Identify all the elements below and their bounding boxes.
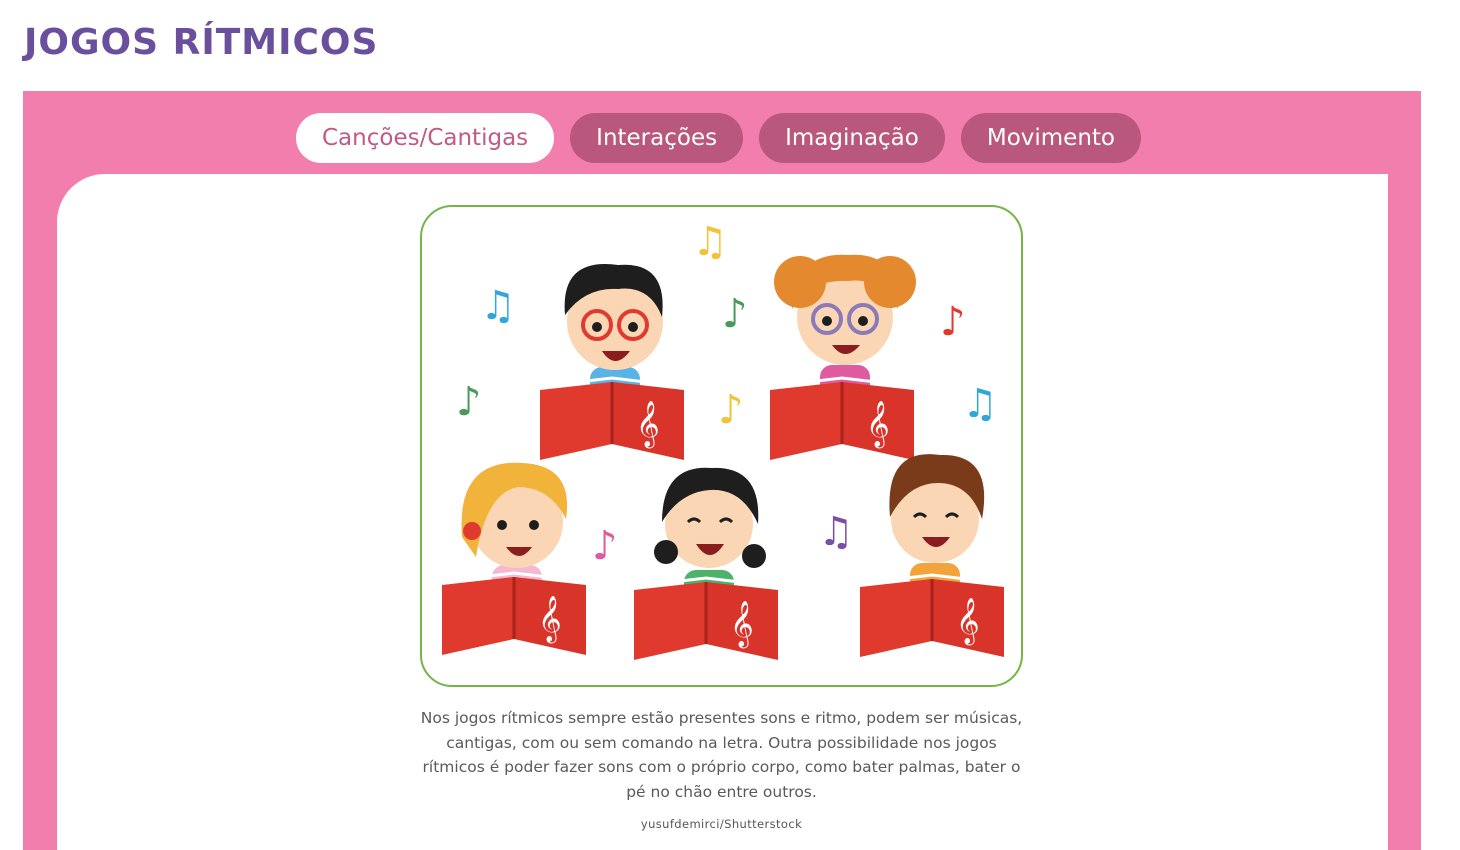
kid-icon (768, 254, 916, 462)
kid-icon (440, 462, 588, 657)
tab-cancoes-cantigas[interactable]: Canções/Cantigas (296, 113, 555, 163)
svg-text:♪: ♪ (718, 387, 744, 433)
page-title: JOGOS RÍTMICOS (24, 22, 379, 63)
svg-text:♫: ♫ (818, 509, 854, 555)
tab-imaginacao[interactable]: Imaginação (759, 113, 945, 163)
svg-text:♫: ♫ (692, 219, 728, 265)
description-text: Nos jogos rítmicos sempre estão presente… (420, 709, 1023, 801)
image-credit: yusufdemirci/Shutterstock (640, 817, 803, 831)
tab-bar: Canções/Cantigas Interações Imaginação M… (296, 113, 1141, 163)
kid-icon (858, 454, 1006, 659)
kid-icon (632, 467, 780, 662)
svg-text:♫: ♫ (480, 283, 516, 329)
kid-icon (538, 264, 686, 462)
svg-text:♪: ♪ (940, 299, 966, 345)
svg-text:♪: ♪ (592, 523, 618, 569)
svg-text:♪: ♪ (722, 291, 748, 337)
svg-text:♫: ♫ (962, 381, 998, 427)
tab-interacoes[interactable]: Interações (570, 113, 744, 163)
tab-movimento[interactable]: Movimento (960, 113, 1141, 163)
svg-text:♪: ♪ (456, 379, 482, 425)
children-singing-illustration: 𝄞 ♫ ♫ ♪ ♪ ♪ ♪ ♫ ♪ ♫ (420, 205, 1023, 687)
